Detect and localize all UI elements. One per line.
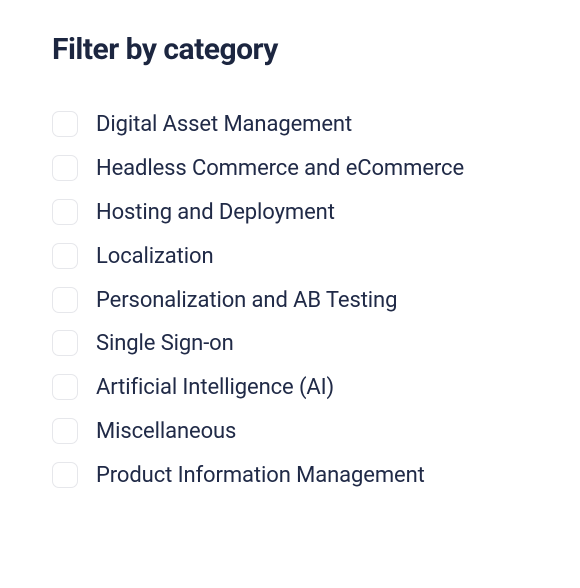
filter-item-personalization-ab-testing[interactable]: Personalization and AB Testing xyxy=(52,285,528,317)
checkbox[interactable] xyxy=(52,199,78,225)
filter-list: Digital Asset Management Headless Commer… xyxy=(52,109,528,492)
filter-item-headless-commerce[interactable]: Headless Commerce and eCommerce xyxy=(52,153,528,185)
filter-label: Hosting and Deployment xyxy=(96,197,335,229)
checkbox[interactable] xyxy=(52,374,78,400)
filter-item-miscellaneous[interactable]: Miscellaneous xyxy=(52,416,528,448)
filter-label: Artificial Intelligence (AI) xyxy=(96,372,334,404)
filter-label: Headless Commerce and eCommerce xyxy=(96,153,464,185)
filter-label: Product Information Management xyxy=(96,460,425,492)
checkbox[interactable] xyxy=(52,111,78,137)
filter-item-single-sign-on[interactable]: Single Sign-on xyxy=(52,328,528,360)
filter-item-product-information-management[interactable]: Product Information Management xyxy=(52,460,528,492)
checkbox[interactable] xyxy=(52,330,78,356)
filter-label: Localization xyxy=(96,241,214,273)
filter-label: Digital Asset Management xyxy=(96,109,352,141)
filter-label: Single Sign-on xyxy=(96,328,234,360)
checkbox[interactable] xyxy=(52,243,78,269)
checkbox[interactable] xyxy=(52,462,78,488)
checkbox[interactable] xyxy=(52,287,78,313)
filter-title: Filter by category xyxy=(52,32,528,67)
filter-label: Miscellaneous xyxy=(96,416,236,448)
filter-item-localization[interactable]: Localization xyxy=(52,241,528,273)
filter-label: Personalization and AB Testing xyxy=(96,285,397,317)
filter-item-hosting-deployment[interactable]: Hosting and Deployment xyxy=(52,197,528,229)
filter-item-artificial-intelligence[interactable]: Artificial Intelligence (AI) xyxy=(52,372,528,404)
filter-item-digital-asset-management[interactable]: Digital Asset Management xyxy=(52,109,528,141)
checkbox[interactable] xyxy=(52,418,78,444)
checkbox[interactable] xyxy=(52,155,78,181)
